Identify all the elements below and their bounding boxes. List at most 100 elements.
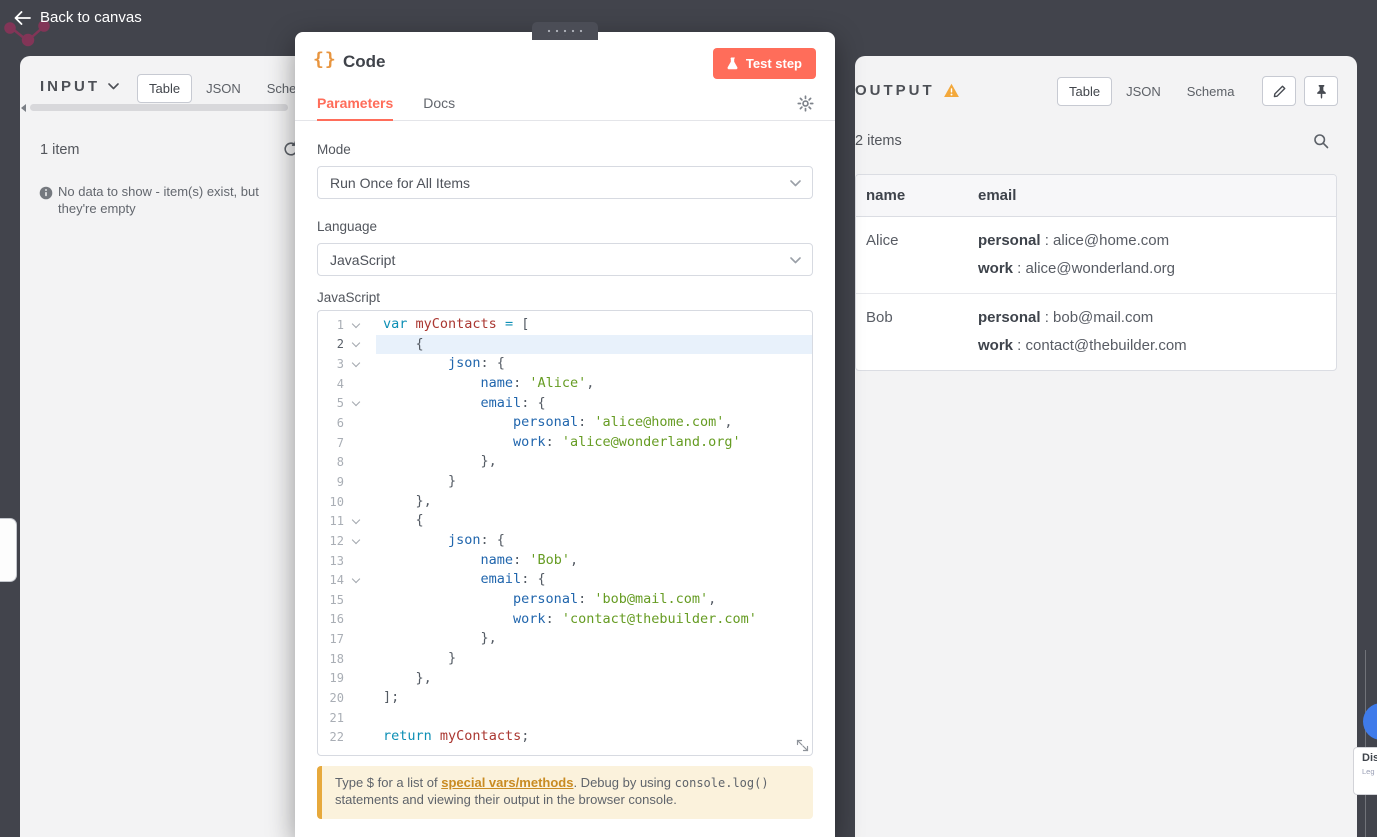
hint-text: . Debug by using bbox=[573, 775, 675, 790]
edit-output-button[interactable] bbox=[1262, 76, 1296, 106]
input-horizontal-scrollbar[interactable] bbox=[30, 104, 288, 111]
code-line-5[interactable]: email: { bbox=[376, 394, 812, 414]
input-tab-json[interactable]: JSON bbox=[194, 74, 253, 103]
output-tab-json[interactable]: JSON bbox=[1114, 77, 1173, 106]
gutter-line-4[interactable]: 4 bbox=[318, 374, 376, 394]
fold-chevron-icon[interactable] bbox=[344, 539, 368, 543]
output-tab-table[interactable]: Table bbox=[1057, 77, 1113, 106]
input-panel-title[interactable]: INPUT bbox=[40, 78, 119, 95]
output-tab-schema[interactable]: Schema bbox=[1175, 77, 1247, 106]
code-line-15[interactable]: personal: 'bob@mail.com', bbox=[376, 590, 812, 610]
code-line-18[interactable]: } bbox=[376, 649, 812, 669]
code-line-12[interactable]: json: { bbox=[376, 531, 812, 551]
code-line-11[interactable]: { bbox=[376, 511, 812, 531]
tab-parameters[interactable]: Parameters bbox=[317, 88, 394, 121]
gutter-line-22[interactable]: 22 bbox=[318, 727, 376, 747]
code-line-16[interactable]: work: 'contact@thebuilder.com' bbox=[376, 610, 812, 630]
pin-icon bbox=[1316, 84, 1326, 99]
fold-chevron-icon[interactable] bbox=[344, 401, 368, 405]
table-row[interactable]: Alice personal : alice@home.com work : ali… bbox=[856, 216, 1336, 294]
gutter-line-1[interactable]: 1 bbox=[318, 315, 376, 335]
code-line-1[interactable]: var myContacts = [ bbox=[376, 315, 812, 335]
code-line-21[interactable] bbox=[376, 708, 812, 728]
column-header-email[interactable]: email bbox=[968, 175, 1336, 217]
fold-chevron-icon[interactable] bbox=[344, 362, 368, 366]
email-entry: personal : bob@mail.com bbox=[978, 309, 1154, 326]
code-line-10[interactable]: }, bbox=[376, 492, 812, 512]
input-title-label: INPUT bbox=[40, 78, 100, 95]
mode-value: Run Once for All Items bbox=[330, 174, 471, 191]
code-line-22[interactable]: return myContacts; bbox=[376, 727, 812, 747]
cell-name: Bob bbox=[866, 309, 893, 326]
code-line-17[interactable]: }, bbox=[376, 629, 812, 649]
panel-drag-handle[interactable] bbox=[532, 22, 598, 40]
gutter-line-13[interactable]: 13 bbox=[318, 551, 376, 571]
test-step-button[interactable]: Test step bbox=[712, 48, 816, 79]
fold-chevron-icon[interactable] bbox=[344, 342, 368, 346]
editor-code-area[interactable]: var myContacts = [ { json: { name: 'Alic… bbox=[376, 311, 812, 755]
back-to-canvas-button[interactable]: Back to canvas bbox=[14, 9, 142, 26]
pin-data-button[interactable] bbox=[1304, 76, 1338, 106]
warning-icon bbox=[943, 83, 959, 97]
code-line-13[interactable]: name: 'Bob', bbox=[376, 551, 812, 571]
gutter-line-3[interactable]: 3 bbox=[318, 354, 376, 374]
output-title-label: OUTPUT bbox=[855, 82, 935, 99]
chevron-down-icon bbox=[790, 180, 801, 187]
gutter-line-8[interactable]: 8 bbox=[318, 452, 376, 472]
email-entry: work : alice@wonderland.org bbox=[978, 260, 1175, 277]
gutter-line-21[interactable]: 21 bbox=[318, 708, 376, 728]
table-header-row: name email bbox=[856, 175, 1336, 217]
mode-select[interactable]: Run Once for All Items bbox=[317, 166, 813, 199]
language-select[interactable]: JavaScript bbox=[317, 243, 813, 276]
gutter-line-2[interactable]: 2 bbox=[318, 335, 376, 355]
fold-chevron-icon[interactable] bbox=[344, 578, 368, 582]
gutter-line-15[interactable]: 15 bbox=[318, 590, 376, 610]
gutter-line-12[interactable]: 12 bbox=[318, 531, 376, 551]
editor-resize-handle-icon[interactable] bbox=[796, 739, 809, 752]
code-line-4[interactable]: name: 'Alice', bbox=[376, 374, 812, 394]
gutter-line-20[interactable]: 20 bbox=[318, 688, 376, 708]
output-panel-title: OUTPUT bbox=[855, 82, 960, 99]
code-line-7[interactable]: work: 'alice@wonderland.org' bbox=[376, 433, 812, 453]
gutter-line-5[interactable]: 5 bbox=[318, 394, 376, 414]
input-tab-table[interactable]: Table bbox=[137, 74, 193, 103]
code-line-20[interactable]: ]; bbox=[376, 688, 812, 708]
gutter-line-17[interactable]: 17 bbox=[318, 629, 376, 649]
search-icon[interactable] bbox=[1313, 133, 1329, 149]
hint-text: statements and viewing their output in t… bbox=[335, 791, 677, 807]
code-line-19[interactable]: }, bbox=[376, 669, 812, 689]
code-line-14[interactable]: email: { bbox=[376, 570, 812, 590]
special-vars-link[interactable]: special vars/methods bbox=[441, 775, 573, 790]
edge-card-label: Dis bbox=[1362, 752, 1377, 764]
gutter-line-18[interactable]: 18 bbox=[318, 649, 376, 669]
gutter-line-11[interactable]: 11 bbox=[318, 511, 376, 531]
hint-code: console.log() bbox=[674, 776, 769, 790]
gutter-line-10[interactable]: 10 bbox=[318, 492, 376, 512]
email-entry: work : contact@thebuilder.com bbox=[978, 337, 1187, 354]
table-row[interactable]: Bob personal : bob@mail.com work : contact… bbox=[856, 294, 1336, 371]
modal-title: Code bbox=[343, 52, 386, 71]
settings-gear-icon[interactable] bbox=[797, 95, 814, 112]
info-icon bbox=[39, 186, 53, 200]
gutter-line-14[interactable]: 14 bbox=[318, 570, 376, 590]
gutter-line-9[interactable]: 9 bbox=[318, 472, 376, 492]
column-header-name[interactable]: name bbox=[856, 175, 968, 217]
editor-hint: Type $ for a list of special vars/method… bbox=[317, 766, 813, 819]
code-line-8[interactable]: }, bbox=[376, 452, 812, 472]
editor-language-label: JavaScript bbox=[317, 290, 381, 305]
fold-chevron-icon[interactable] bbox=[344, 519, 368, 523]
tab-docs[interactable]: Docs bbox=[423, 88, 455, 121]
code-line-3[interactable]: json: { bbox=[376, 354, 812, 374]
code-line-6[interactable]: personal: 'alice@home.com', bbox=[376, 413, 812, 433]
code-line-9[interactable]: } bbox=[376, 472, 812, 492]
code-node-icon: {} bbox=[313, 49, 337, 70]
gutter-line-6[interactable]: 6 bbox=[318, 413, 376, 433]
edge-card-sublabel: Leg bbox=[1362, 767, 1375, 776]
code-line-2[interactable]: { bbox=[376, 334, 812, 355]
fold-chevron-icon[interactable] bbox=[344, 323, 368, 327]
gutter-line-19[interactable]: 19 bbox=[318, 669, 376, 689]
gutter-line-16[interactable]: 16 bbox=[318, 610, 376, 630]
code-editor[interactable]: 1 2 3 4 5 6 7 8 9 10 11 12 13 14 15 16 17 18 19 20 21 22 var … bbox=[317, 310, 813, 756]
gutter-line-7[interactable]: 7 bbox=[318, 433, 376, 453]
scroll-left-arrow-icon[interactable] bbox=[21, 104, 26, 112]
